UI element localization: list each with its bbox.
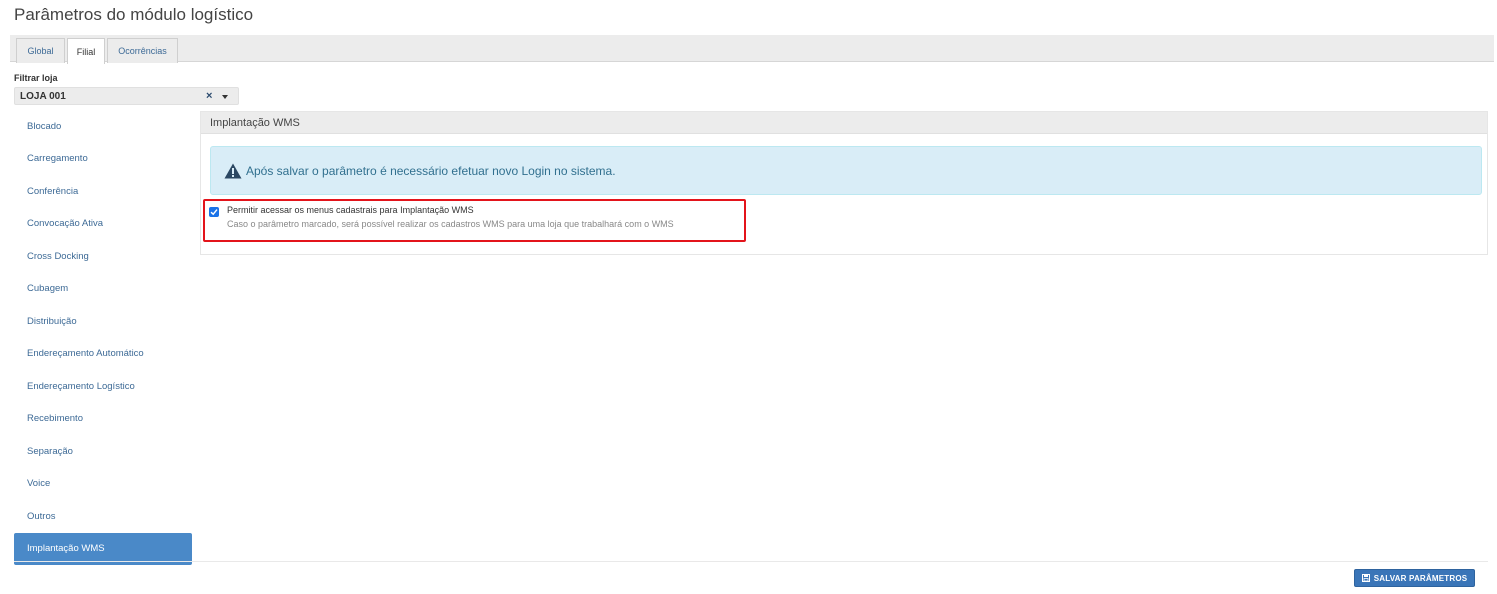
sidebar-item-recebimento[interactable]: Recebimento (14, 403, 192, 436)
sidebar-item-cross-docking[interactable]: Cross Docking (14, 240, 192, 273)
sidebar: Blocado Carregamento Conferência Convoca… (14, 110, 192, 565)
permit-menus-label[interactable]: Permitir acessar os menus cadastrais par… (227, 205, 474, 215)
sidebar-item-enderecamento-logistico[interactable]: Endereçamento Logístico (14, 370, 192, 403)
tab-filial[interactable]: Filial (67, 38, 105, 64)
checkmark-icon (210, 209, 218, 216)
footer-divider (14, 561, 1488, 562)
tab-ocorrencias[interactable]: Ocorrências (107, 38, 178, 63)
alert-message: Após salvar o parâmetro é necessário efe… (246, 163, 616, 178)
sidebar-item-voice[interactable]: Voice (14, 468, 192, 501)
sidebar-item-enderecamento-automatico[interactable]: Endereçamento Automático (14, 338, 192, 371)
page-title: Parâmetros do módulo logístico (14, 5, 254, 24)
sidebar-item-outros[interactable]: Outros (14, 500, 192, 533)
store-select-value: LOJA 001 (20, 91, 66, 102)
sidebar-item-separacao[interactable]: Separação (14, 435, 192, 468)
sidebar-item-conferencia[interactable]: Conferência (14, 175, 192, 208)
clear-icon[interactable]: × (206, 90, 212, 102)
tab-bar: Global Filial Ocorrências (10, 35, 1494, 64)
chevron-down-icon[interactable] (222, 95, 228, 99)
floppy-disk-icon (1361, 574, 1370, 582)
sidebar-item-distribuicao[interactable]: Distribuição (14, 305, 192, 338)
permit-menus-description: Caso o parâmetro marcado, será possível … (227, 219, 674, 229)
sidebar-item-carregamento[interactable]: Carregamento (14, 143, 192, 176)
save-button-label: SALVAR PARÂMETROS (1373, 573, 1468, 583)
info-alert: Após salvar o parâmetro é necessário efe… (210, 146, 1482, 195)
warning-icon (224, 163, 242, 178)
store-select[interactable]: LOJA 001 × (14, 87, 239, 105)
save-parameters-button[interactable]: SALVAR PARÂMETROS (1354, 569, 1475, 587)
permit-menus-checkbox[interactable] (209, 207, 219, 217)
panel-title: Implantação WMS (201, 112, 1487, 134)
sidebar-item-cubagem[interactable]: Cubagem (14, 273, 192, 306)
sidebar-item-convocacao-ativa[interactable]: Convocação Ativa (14, 208, 192, 241)
tab-global[interactable]: Global (16, 38, 65, 63)
sidebar-item-blocado[interactable]: Blocado (14, 110, 192, 143)
filter-store-label: Filtrar loja (14, 73, 58, 83)
